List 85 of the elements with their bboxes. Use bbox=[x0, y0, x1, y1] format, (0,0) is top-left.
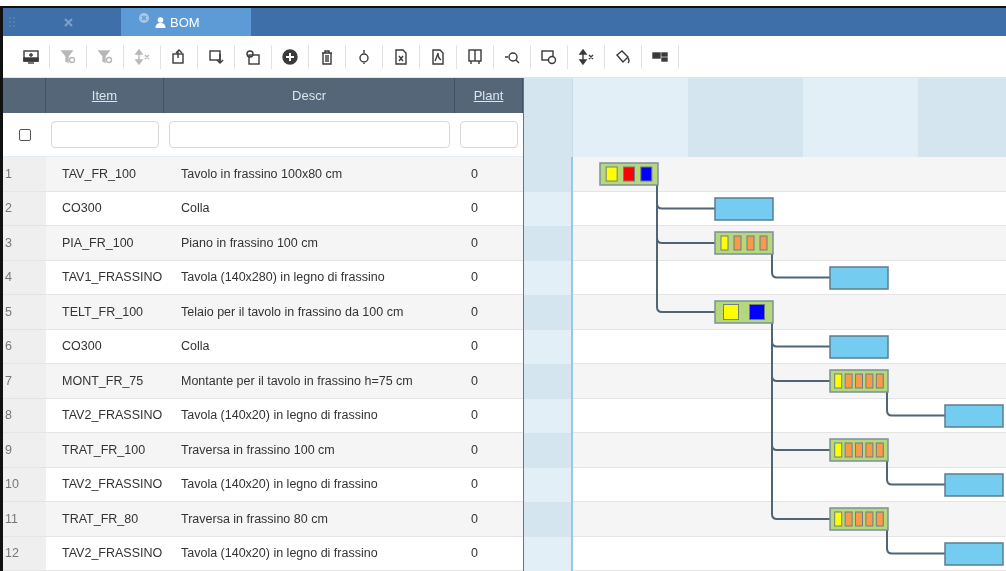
trash-icon bbox=[319, 48, 335, 65]
row-number: 2 bbox=[3, 191, 46, 225]
table-cell-text: Traversa in frassino 80 cm bbox=[180, 510, 329, 528]
table-cell-text: Montante per il tavolo in frassino h=75 cm bbox=[180, 372, 414, 390]
connector-line bbox=[771, 253, 831, 279]
row-number: 1 bbox=[3, 157, 46, 191]
book-icon bbox=[467, 48, 483, 65]
table-cell-text: Piano in frassino 100 cm bbox=[180, 234, 319, 252]
row-number: 7 bbox=[3, 364, 46, 398]
row-number: 3 bbox=[3, 226, 46, 260]
arrows-icon bbox=[578, 48, 594, 65]
monitor-icon bbox=[23, 48, 39, 65]
filter-field[interactable] bbox=[460, 121, 518, 148]
row-number: 9 bbox=[3, 433, 46, 467]
filter-field[interactable] bbox=[51, 121, 159, 148]
part-node[interactable] bbox=[829, 335, 889, 359]
part-node[interactable] bbox=[714, 197, 774, 221]
table-cell-text: TAV2_FRASSINO bbox=[61, 545, 164, 563]
table-cell-text: 0 bbox=[470, 234, 479, 252]
table-cell-text: TELT_FR_100 bbox=[61, 303, 145, 321]
connector-line bbox=[886, 391, 946, 417]
table-cell-text: 0 bbox=[470, 545, 479, 563]
table-cell-text: Colla bbox=[180, 200, 211, 218]
table-cell-text: 0 bbox=[470, 441, 479, 459]
table-cell-text: Telaio per il tavolo in frassino da 100 cm bbox=[180, 303, 405, 321]
row-number: 12 bbox=[3, 536, 46, 570]
connector-line bbox=[886, 460, 946, 486]
part-node[interactable] bbox=[944, 404, 1004, 428]
select-all-checkbox[interactable] bbox=[18, 128, 31, 141]
assembly-node[interactable] bbox=[714, 231, 774, 255]
assembly-node[interactable] bbox=[829, 438, 889, 462]
import-icon bbox=[208, 48, 224, 65]
table-cell-text: Traversa in frassino 100 cm bbox=[180, 441, 336, 459]
filter-icon bbox=[97, 48, 113, 65]
row-number: 4 bbox=[3, 260, 46, 294]
row-number: 5 bbox=[3, 295, 46, 329]
table-cell-text: 0 bbox=[470, 407, 479, 425]
table-cell-text: 0 bbox=[470, 476, 479, 494]
table-cell-text: Tavola (140x280) in legno di frassino bbox=[180, 269, 386, 287]
spreadsheet-icon bbox=[393, 48, 409, 65]
part-node[interactable] bbox=[944, 542, 1004, 566]
row-number: 8 bbox=[3, 398, 46, 432]
table-cell-text: CO300 bbox=[61, 338, 103, 356]
table-cell-text: Tavola (140x20) in legno di frassino bbox=[180, 407, 379, 425]
filter-icon bbox=[60, 48, 76, 65]
close-icon[interactable] bbox=[63, 17, 73, 27]
tab[interactable]: BOM bbox=[121, 8, 251, 36]
table-cell-text: 0 bbox=[470, 303, 479, 321]
filter-field[interactable] bbox=[169, 121, 450, 148]
table-cell-text: TAV_FR_100 bbox=[61, 165, 137, 183]
table-cell-text: PIA_FR_100 bbox=[61, 234, 135, 252]
table-cell-text: 0 bbox=[470, 510, 479, 528]
table-cell-text: MONT_FR_75 bbox=[61, 372, 145, 390]
user-icon bbox=[155, 16, 166, 28]
row-number: 11 bbox=[3, 502, 46, 536]
document-icon bbox=[430, 48, 446, 65]
assembly-node[interactable] bbox=[829, 507, 889, 531]
plus-icon bbox=[282, 48, 298, 65]
row-number: 6 bbox=[3, 329, 46, 363]
image-icon bbox=[541, 48, 557, 65]
table-cell-text: 0 bbox=[470, 200, 479, 218]
row-number: 10 bbox=[3, 467, 46, 501]
table-cell-text: TAV2_FRASSINO bbox=[61, 476, 164, 494]
table-cell-text: Tavolo in frassino 100x80 cm bbox=[180, 165, 344, 183]
table-cell-text: 0 bbox=[470, 165, 479, 183]
table-cell-text: 0 bbox=[470, 372, 479, 390]
arrows-icon bbox=[134, 48, 150, 65]
table-cell-text: Tavola (140x20) in legno di frassino bbox=[180, 545, 379, 563]
assembly-node[interactable] bbox=[829, 369, 889, 393]
part-node[interactable] bbox=[829, 266, 889, 290]
bucket-icon bbox=[615, 48, 631, 65]
table-cell-text: TAV1_FRASSINO bbox=[61, 269, 164, 287]
export-icon bbox=[171, 48, 187, 65]
table-cell-text: TRAT_FR_80 bbox=[61, 510, 140, 528]
assembly-node[interactable] bbox=[599, 162, 659, 186]
part-node[interactable] bbox=[944, 473, 1004, 497]
table-cell-text: TRAT_FR_100 bbox=[61, 441, 147, 459]
table-cell-text: Colla bbox=[180, 338, 211, 356]
assembly-node[interactable] bbox=[714, 300, 774, 324]
table-cell-text: TAV2_FRASSINO bbox=[61, 407, 164, 425]
table-cell-text: 0 bbox=[470, 338, 479, 356]
table-cell-text: 0 bbox=[470, 269, 479, 287]
connector-line bbox=[886, 529, 946, 555]
table-cell-text: Tavola (140x20) in legno di frassino bbox=[180, 476, 379, 494]
table-cell-text: CO300 bbox=[61, 200, 103, 218]
